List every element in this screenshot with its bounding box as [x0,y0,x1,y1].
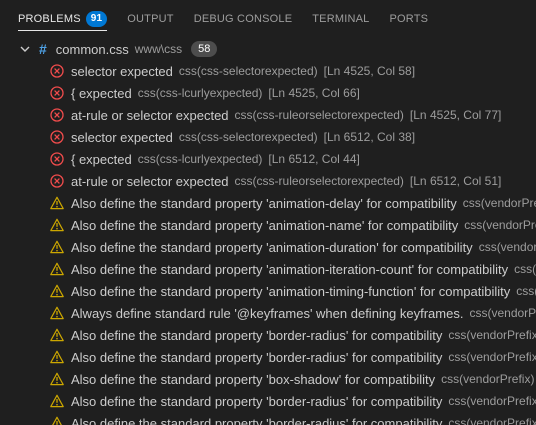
problem-row[interactable]: Also define the standard property 'anima… [0,280,536,302]
warning-icon [50,284,64,298]
problem-location: [Ln 6512, Col 51] [409,174,502,188]
problem-message: Also define the standard property 'anima… [71,195,457,211]
panel-tab-bar: PROBLEMS 91 OUTPUT DEBUG CONSOLE TERMINA… [0,0,536,38]
error-icon [50,108,64,122]
problem-source: css(vendorPrefix) [516,284,536,298]
file-path: www\css [134,42,183,56]
problem-row[interactable]: Also define the standard property 'borde… [0,324,536,346]
problem-message: Also define the standard property 'borde… [71,393,443,409]
problem-source: css(css-lcurlyexpected) [137,86,263,100]
problem-message: selector expected [71,129,173,145]
problem-location: [Ln 4525, Col 58] [323,64,416,78]
problem-source: css(vendorPrefix) [464,218,536,232]
problem-message: Also define the standard property 'anima… [71,283,511,299]
problem-row[interactable]: at-rule or selector expected css(css-rule… [0,170,536,192]
problem-source: css(css-ruleorselectorexpected) [234,174,404,188]
problem-message: Also define the standard property 'anima… [71,217,459,233]
problem-row[interactable]: { expected css(css-lcurlyexpected) [Ln 651… [0,148,536,170]
tab-output[interactable]: OUTPUT [127,0,173,38]
tab-ports-label: PORTS [389,13,429,25]
problem-message: Also define the standard property 'box-s… [71,371,436,387]
error-icon [50,64,64,78]
problem-row[interactable]: selector expected css(css-selectorexpecte… [0,126,536,148]
problem-message: Also define the standard property 'anima… [71,239,473,255]
error-icon [50,174,64,188]
warning-icon [50,218,64,232]
warning-icon [50,372,64,386]
warning-icon [50,394,64,408]
problem-message: at-rule or selector expected [71,173,229,189]
tab-problems[interactable]: PROBLEMS 91 [18,0,108,38]
problem-row[interactable]: Also define the standard property 'borde… [0,390,536,412]
warning-icon [50,328,64,342]
tab-output-label: OUTPUT [127,13,174,25]
problem-source: css(vendorPrefix) [441,372,535,386]
problem-row[interactable]: selector expected css(css-selectorexpecte… [0,60,536,82]
file-name: common.css [55,41,129,57]
warning-icon [50,196,64,210]
problem-location: [Ln 4525, Col 77] [409,108,502,122]
problem-source: css(vendorPrefix) [448,328,536,342]
problem-message: selector expected [71,63,173,79]
problem-row[interactable]: Also define the standard property 'anima… [0,214,536,236]
warning-icon [50,240,64,254]
problem-message: { expected [71,151,132,167]
problem-row[interactable]: Always define standard rule '@keyframes'… [0,302,536,324]
problem-source: css(vendorPrefix) [448,350,536,364]
problem-row[interactable]: { expected css(css-lcurlyexpected) [Ln 452… [0,82,536,104]
problem-source: css(vendorPrefix) [448,394,536,408]
tab-ports[interactable]: PORTS [389,0,428,38]
problem-row[interactable]: Also define the standard property 'anima… [0,192,536,214]
problem-row[interactable]: Also define the standard property 'box-s… [0,368,536,390]
problem-row[interactable]: Also define the standard property 'anima… [0,236,536,258]
problem-location: [Ln 6512, Col 38] [323,130,416,144]
file-group-row[interactable]: # common.css www\css 58 [0,38,536,60]
problems-tree: # common.css www\css 58 selector expecte… [0,38,536,425]
problem-row[interactable]: Also define the standard property 'borde… [0,412,536,425]
problem-message: at-rule or selector expected [71,107,229,123]
problem-message: { expected [71,85,132,101]
error-icon [50,152,64,166]
problem-source: css(css-ruleorselectorexpected) [234,108,404,122]
error-icon [50,130,64,144]
problem-row[interactable]: at-rule or selector expected css(css-rule… [0,104,536,126]
problem-row[interactable]: Also define the standard property 'borde… [0,346,536,368]
problems-count-badge: 91 [85,11,108,27]
problem-source: css(vendorPrefix) [462,196,536,210]
problem-message: Also define the standard property 'anima… [71,261,509,277]
problem-source: css(vendorPrefix) [469,306,536,320]
tab-debug-console[interactable]: DEBUG CONSOLE [194,0,293,38]
css-hash-icon: # [39,41,47,57]
tab-terminal[interactable]: TERMINAL [312,0,369,38]
problem-list: selector expected css(css-selectorexpecte… [0,60,536,425]
warning-icon [50,306,64,320]
problem-source: css(css-selectorexpected) [178,64,318,78]
warning-icon [50,350,64,364]
problems-panel: PROBLEMS 91 OUTPUT DEBUG CONSOLE TERMINA… [0,0,536,425]
problem-location: [Ln 4525, Col 66] [268,86,360,100]
file-problem-count-badge: 58 [191,41,218,57]
problem-message: Also define the standard property 'borde… [71,349,443,365]
problem-row[interactable]: Also define the standard property 'anima… [0,258,536,280]
problem-location: [Ln 6512, Col 44] [268,152,360,166]
problem-source: css(vendorPrefix) [448,416,536,425]
problem-source: css(vendorPrefix) [514,262,536,276]
warning-icon [50,262,64,276]
problem-source: css(vendorPrefix) [478,240,536,254]
tab-debug-console-label: DEBUG CONSOLE [193,13,293,25]
error-icon [50,86,64,100]
tab-terminal-label: TERMINAL [312,13,370,25]
tab-problems-label: PROBLEMS [18,13,81,25]
problem-message: Also define the standard property 'borde… [71,415,443,425]
warning-icon [50,416,64,425]
problem-source: css(css-selectorexpected) [178,130,318,144]
problem-message: Also define the standard property 'borde… [71,327,443,343]
problem-message: Always define standard rule '@keyframes'… [71,305,464,321]
problem-source: css(css-lcurlyexpected) [137,152,263,166]
chevron-down-icon[interactable] [18,42,32,56]
